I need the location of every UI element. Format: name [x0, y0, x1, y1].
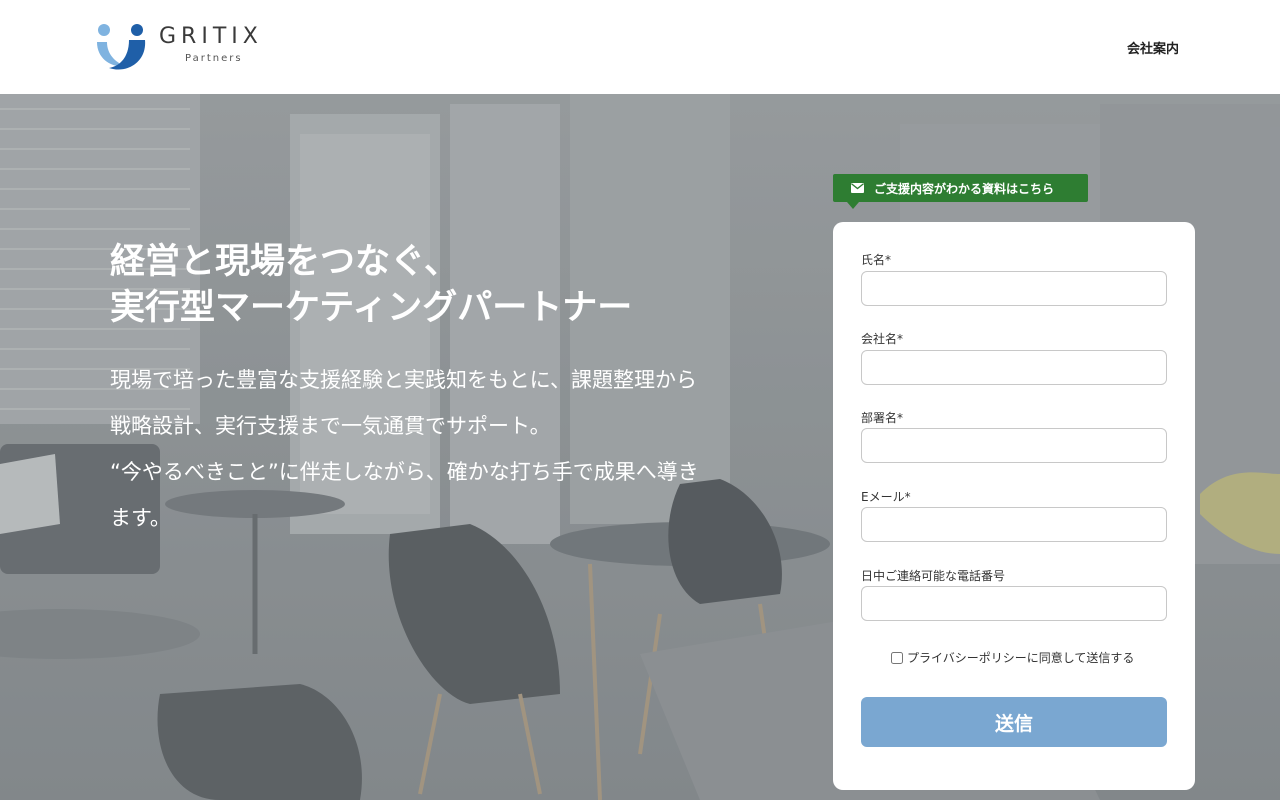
privacy-checkbox[interactable]	[891, 651, 903, 664]
submit-button[interactable]: 送信	[861, 697, 1167, 747]
badge-label: ご支援内容がわかる資料はこちら	[874, 181, 1055, 196]
email-field[interactable]	[861, 507, 1167, 542]
lead-line-1: 現場で培った豊富な支援経験と実践知をもとに、課題整理から	[110, 368, 697, 392]
privacy-consent-label: プライバシーポリシーに同意して送信する	[907, 651, 1135, 665]
logo-mark-icon	[97, 24, 146, 70]
company-field[interactable]	[861, 350, 1167, 385]
logo-wordmark: GRITIX	[159, 24, 263, 49]
name-label: 氏名*	[861, 253, 892, 267]
email-label: Eメール*	[861, 490, 911, 504]
mail-icon	[851, 183, 864, 193]
department-label: 部署名*	[861, 411, 904, 425]
logo-subtitle: Partners	[185, 53, 243, 64]
lead-line-3: “今やるべきこと”に伴走しながら、確かな打ち手で成果へ導き	[110, 460, 699, 484]
hero-headline: 経営と現場をつなぐ、 実行型マーケティングパートナー	[110, 239, 632, 331]
hero-lead: 現場で培った豊富な支援経験と実践知をもとに、課題整理から 戦略設計、実行支援まで…	[110, 357, 800, 541]
site-header: GRITIX Partners 会社案内	[0, 0, 1280, 94]
phone-label: 日中ご連絡可能な電話番号	[861, 569, 1006, 583]
name-field[interactable]	[861, 271, 1167, 306]
phone-field[interactable]	[861, 586, 1167, 621]
headline-line-2: 実行型マーケティングパートナー	[110, 288, 633, 328]
hero-section: 経営と現場をつなぐ、 実行型マーケティングパートナー 現場で培った豊富な支援経験…	[0, 94, 1280, 800]
lead-line-2: 戦略設計、実行支援まで一気通貫でサポート。	[110, 414, 551, 438]
headline-line-1: 経営と現場をつなぐ、	[110, 242, 459, 282]
lead-line-4: ます。	[110, 506, 171, 530]
logo[interactable]: GRITIX Partners	[95, 22, 275, 72]
document-download-badge: ご支援内容がわかる資料はこちら	[833, 174, 1088, 209]
inquiry-form: 氏名* 会社名* 部署名* Eメール* 日中ご連絡可能な電話番号 プライバシーポ…	[833, 222, 1195, 790]
nav-company-link[interactable]: 会社案内	[1127, 38, 1179, 57]
privacy-consent[interactable]: プライバシーポリシーに同意して送信する	[891, 649, 1134, 666]
company-label: 会社名*	[861, 332, 904, 346]
department-field[interactable]	[861, 428, 1167, 463]
